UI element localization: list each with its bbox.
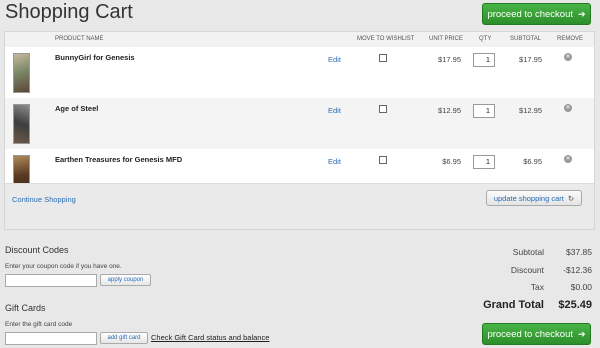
remove-icon[interactable]: ✕ [564, 104, 572, 112]
discount-hint: Enter your coupon code if you have one. [5, 263, 122, 270]
cart-panel: PRODUCT NAME MOVE TO WISHLIST UNIT PRICE… [4, 31, 595, 230]
col-remove: REMOVE [557, 36, 584, 42]
grand-total-value: $25.49 [558, 299, 592, 311]
discount-label: Discount [510, 265, 544, 275]
discount-value: -$12.36 [563, 265, 592, 275]
quantity-input[interactable]: 1 [473, 53, 495, 67]
subtotal-label: Subtotal [512, 247, 544, 257]
proceed-to-checkout-button-bottom[interactable]: proceed to checkout ➔ [482, 323, 591, 345]
cart-table-header: PRODUCT NAME MOVE TO WISHLIST UNIT PRICE… [5, 32, 594, 47]
col-qty: QTY [479, 36, 492, 42]
checkout-label: proceed to checkout [487, 8, 573, 20]
grand-total-label: Grand Total [483, 299, 544, 311]
update-label: update shopping cart [493, 193, 564, 203]
edit-link[interactable]: Edit [328, 106, 341, 115]
remove-icon[interactable]: ✕ [564, 53, 572, 61]
gift-cards-title: Gift Cards [5, 303, 46, 313]
col-wishlist: MOVE TO WISHLIST [357, 36, 415, 42]
edit-link[interactable]: Edit [328, 55, 341, 64]
discount-codes-title: Discount Codes [5, 245, 69, 255]
move-to-wishlist-checkbox[interactable] [379, 156, 387, 164]
apply-coupon-button[interactable]: apply coupon [100, 274, 151, 286]
refresh-icon: ↻ [567, 193, 575, 203]
row-subtotal: $6.95 [523, 157, 542, 166]
move-to-wishlist-checkbox[interactable] [379, 54, 387, 62]
table-row: BunnyGirl for Genesis Edit $17.95 1 $17.… [5, 47, 594, 98]
checkout-label: proceed to checkout [487, 328, 573, 340]
coupon-code-input[interactable] [5, 274, 97, 287]
row-subtotal: $17.95 [519, 55, 542, 64]
unit-price: $17.95 [438, 55, 461, 64]
product-name[interactable]: BunnyGirl for Genesis [55, 53, 135, 62]
add-gift-card-button[interactable]: add gift card [100, 332, 148, 344]
quantity-input[interactable]: 1 [473, 104, 495, 118]
unit-price: $12.95 [438, 106, 461, 115]
gift-card-hint: Enter the gift card code [5, 321, 73, 328]
cart-footer: Continue Shopping update shopping cart ↻ [5, 183, 594, 229]
row-subtotal: $12.95 [519, 106, 542, 115]
move-to-wishlist-checkbox[interactable] [379, 105, 387, 113]
edit-link[interactable]: Edit [328, 157, 341, 166]
check-gift-card-link[interactable]: Check Gift Card status and balance [151, 333, 269, 342]
tax-value: $0.00 [570, 282, 592, 292]
unit-price: $6.95 [442, 157, 461, 166]
quantity-input[interactable]: 1 [473, 155, 495, 169]
product-name[interactable]: Age of Steel [55, 104, 98, 113]
product-thumbnail[interactable] [13, 53, 30, 93]
gift-card-input[interactable] [5, 332, 97, 345]
remove-icon[interactable]: ✕ [564, 155, 572, 163]
col-subtotal: SUBTOTAL [510, 36, 542, 42]
update-shopping-cart-button[interactable]: update shopping cart ↻ [486, 190, 582, 206]
page-title: Shopping Cart [5, 1, 133, 23]
table-row: Age of Steel Edit $12.95 1 $12.95 ✕ [5, 98, 594, 149]
proceed-to-checkout-button-top[interactable]: proceed to checkout ➔ [482, 3, 591, 25]
product-name[interactable]: Earthen Treasures for Genesis MFD [55, 155, 182, 164]
col-unit-price: UNIT PRICE [429, 36, 463, 42]
arrow-right-icon: ➔ [578, 328, 586, 339]
col-product: PRODUCT NAME [55, 36, 104, 42]
subtotal-value: $37.85 [566, 247, 592, 257]
tax-label: Tax [530, 282, 544, 292]
product-thumbnail[interactable] [13, 104, 30, 144]
arrow-right-icon: ➔ [578, 8, 586, 19]
continue-shopping-link[interactable]: Continue Shopping [12, 195, 76, 204]
